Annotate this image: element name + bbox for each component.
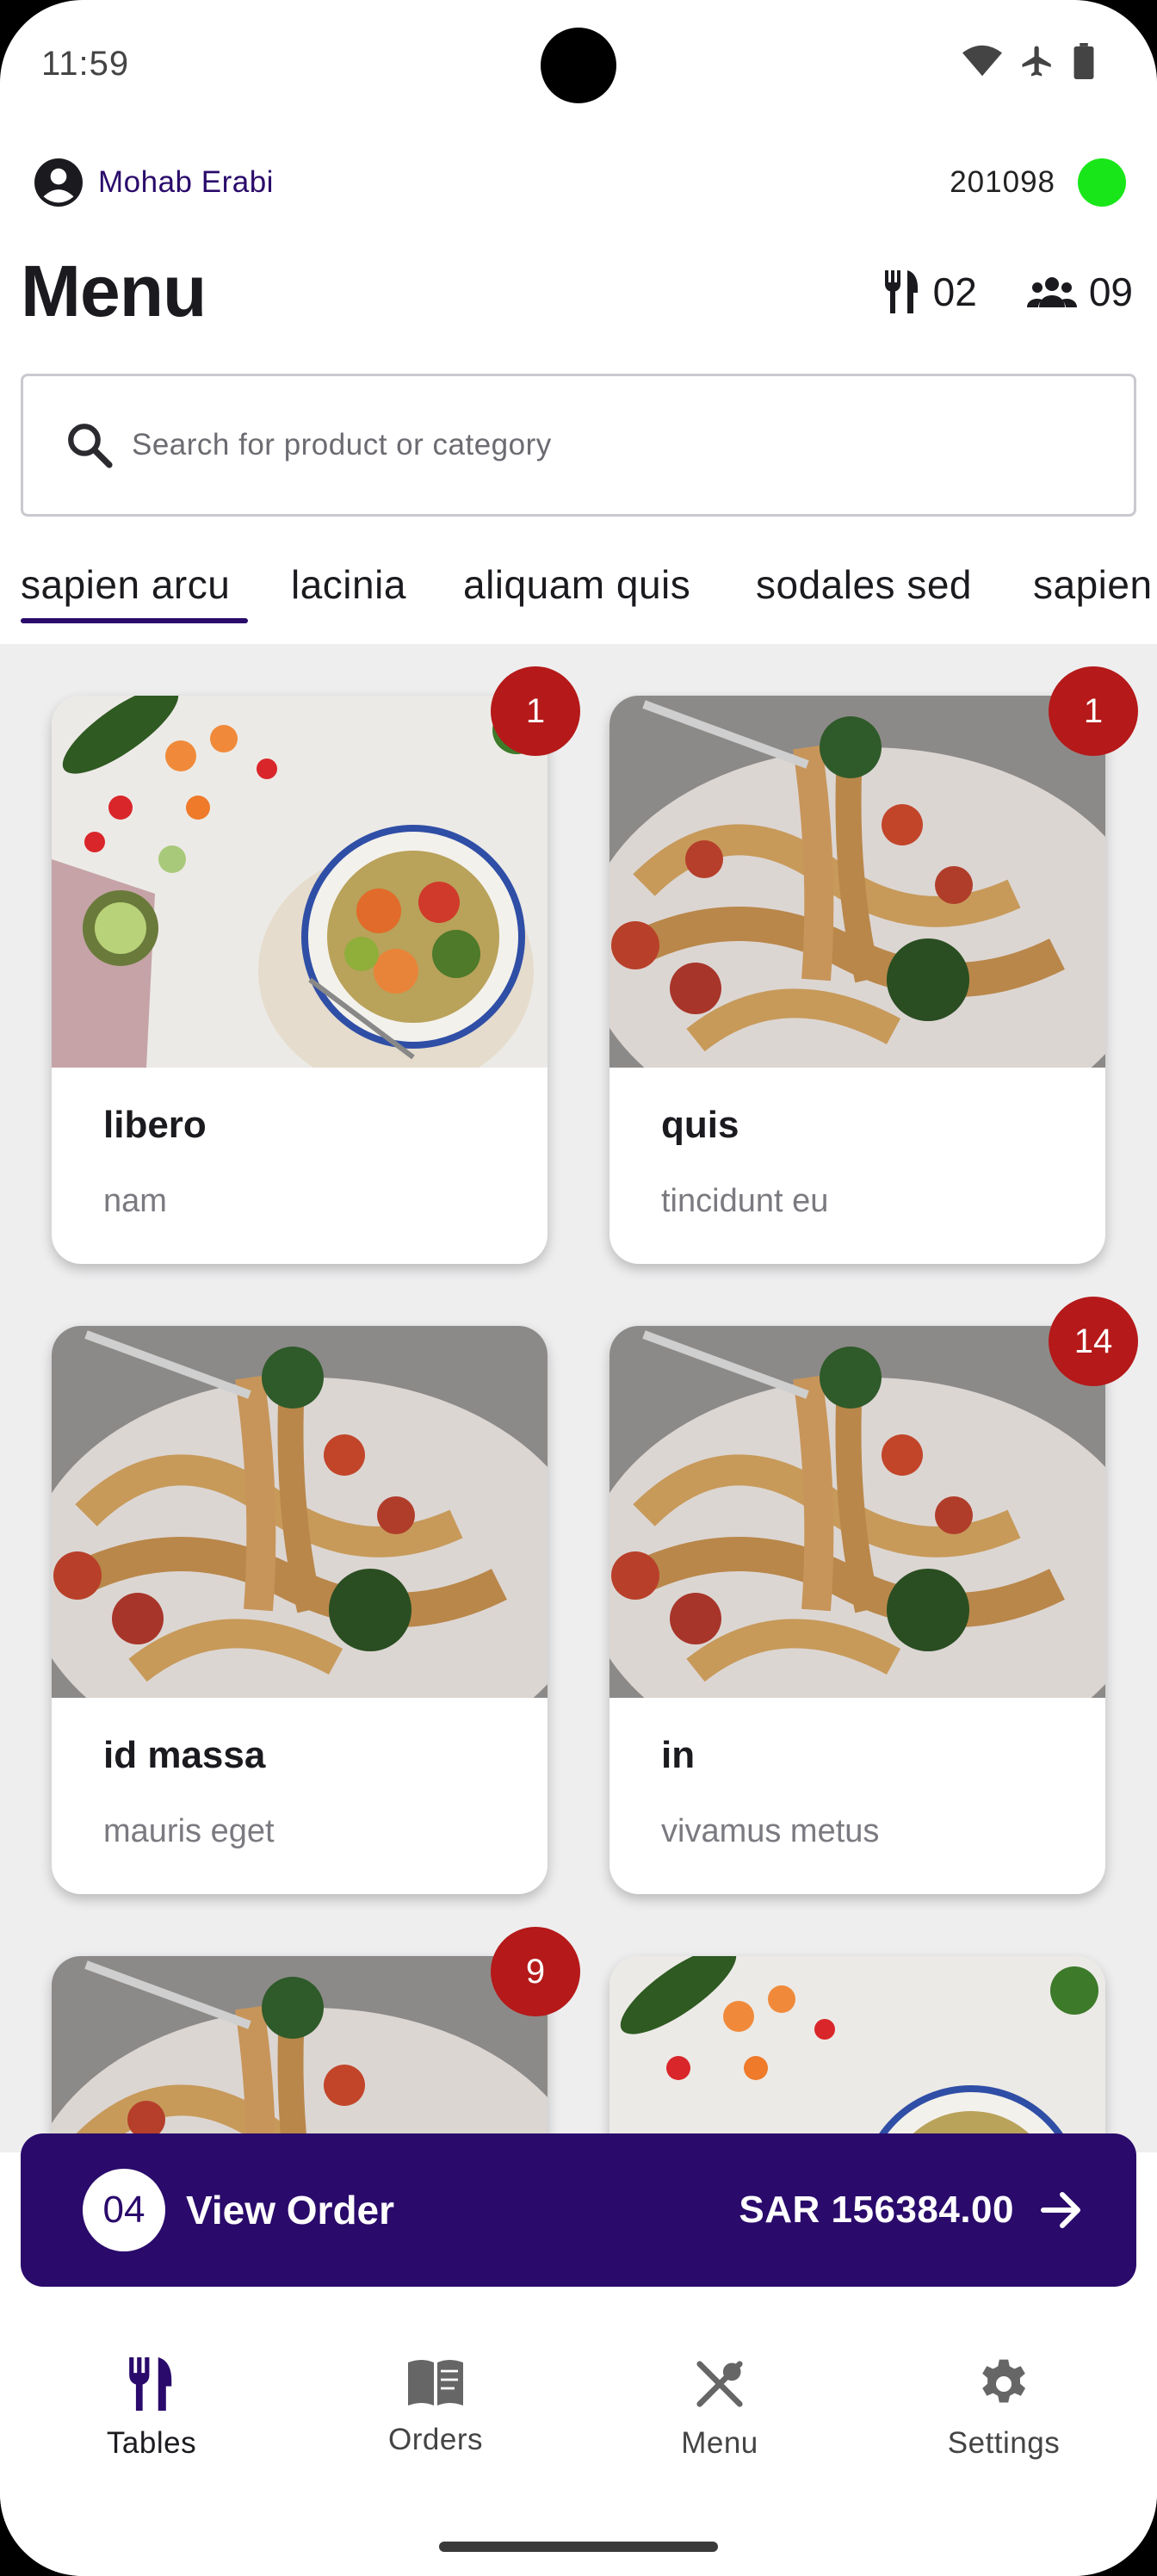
nav-orders[interactable]: Orders — [332, 2357, 539, 2457]
product-image-vegetable-bowl — [609, 1956, 1105, 2152]
product-title: in — [661, 1734, 696, 1776]
people-icon — [1026, 277, 1077, 307]
quantity-badge: 1 — [491, 666, 580, 756]
account-icon — [34, 158, 83, 207]
product-card[interactable] — [609, 1956, 1105, 2152]
product-card[interactable]: in vivamus metus — [609, 1326, 1105, 1894]
product-image-pasta — [52, 1326, 548, 1698]
product-title: id massa — [103, 1734, 266, 1776]
nav-orders-label: Orders — [388, 2423, 483, 2456]
guests-count: 09 — [1088, 269, 1133, 314]
tab-lacinia[interactable]: lacinia — [291, 561, 406, 608]
tab-aliquam-quis[interactable]: aliquam quis — [463, 561, 690, 608]
product-grid: libero nam 1 quis tincidunt eu 1 id mass… — [0, 644, 1157, 2152]
quantity-badge: 14 — [1049, 1297, 1138, 1386]
tables-count: 02 — [932, 269, 977, 314]
airplane-icon — [1022, 46, 1051, 77]
order-item-count: 04 — [83, 2169, 165, 2251]
category-tabs: sapien arcu lacinia aliquam quis sodales… — [0, 551, 1157, 644]
online-status-dot — [1078, 158, 1126, 207]
restaurant-icon — [129, 2357, 172, 2411]
user-profile[interactable]: Mohab Erabi — [34, 158, 274, 207]
nav-settings[interactable]: Settings — [900, 2357, 1107, 2461]
product-title: quis — [661, 1104, 739, 1146]
search-icon — [68, 424, 113, 468]
view-order-button[interactable]: 04 View Order SAR 156384.00 — [21, 2133, 1136, 2287]
quantity-badge: 9 — [491, 1927, 580, 2016]
nav-menu-label: Menu — [681, 2426, 758, 2460]
product-subtitle: mauris eget — [103, 1813, 275, 1849]
product-card[interactable]: id massa mauris eget — [52, 1326, 548, 1894]
product-subtitle: vivamus metus — [661, 1813, 880, 1849]
wifi-icon — [962, 45, 1002, 77]
device-id: 201098 — [950, 165, 1055, 199]
table-guest-stats: 02 09 — [883, 269, 1133, 315]
product-card[interactable] — [52, 1956, 548, 2152]
tab-sapien[interactable]: sapien — [1033, 561, 1153, 608]
quantity-badge: 1 — [1049, 666, 1138, 756]
product-card[interactable]: quis tincidunt eu — [609, 696, 1105, 1264]
search-input[interactable] — [132, 428, 1134, 462]
product-title: libero — [103, 1104, 207, 1146]
bottom-navigation: Tables Orders Menu Settings — [0, 2287, 1157, 2576]
nav-menu[interactable]: Menu — [616, 2357, 823, 2461]
status-icons — [962, 43, 1095, 79]
product-image-pasta — [609, 696, 1105, 1068]
active-tab-indicator — [21, 618, 248, 623]
app-screen: 11:59 Mohab Erabi 201098 Menu 02 09 Sear… — [0, 0, 1157, 2576]
utensils-crossed-icon — [696, 2361, 743, 2407]
restaurant-icon — [884, 270, 918, 313]
order-total: SAR 156384.00 — [739, 2189, 1014, 2231]
battery-icon — [1073, 43, 1094, 79]
status-time: 11:59 — [41, 45, 130, 83]
gear-icon — [982, 2359, 1026, 2403]
view-order-label: View Order — [186, 2188, 395, 2232]
product-card[interactable]: libero nam — [52, 696, 548, 1264]
product-image-pasta — [52, 1956, 548, 2152]
product-subtitle: nam — [103, 1183, 167, 1219]
user-name: Mohab Erabi — [98, 165, 274, 199]
search-box[interactable] — [21, 374, 1136, 517]
tab-sodales-sed[interactable]: sodales sed — [756, 561, 972, 608]
page-title: Menu — [21, 251, 207, 331]
camera-cutout — [541, 28, 616, 103]
device-status: 201098 — [950, 158, 1126, 207]
book-icon — [408, 2360, 463, 2406]
product-image-vegetable-bowl — [52, 696, 548, 1068]
arrow-right-icon — [1040, 2191, 1085, 2229]
nav-settings-label: Settings — [947, 2426, 1061, 2460]
nav-tables[interactable]: Tables — [48, 2357, 255, 2461]
nav-tables-label: Tables — [106, 2426, 197, 2460]
tab-sapien-arcu[interactable]: sapien arcu — [21, 561, 230, 608]
product-subtitle: tincidunt eu — [661, 1183, 829, 1219]
home-indicator[interactable] — [439, 2542, 718, 2552]
product-image-pasta — [609, 1326, 1105, 1698]
